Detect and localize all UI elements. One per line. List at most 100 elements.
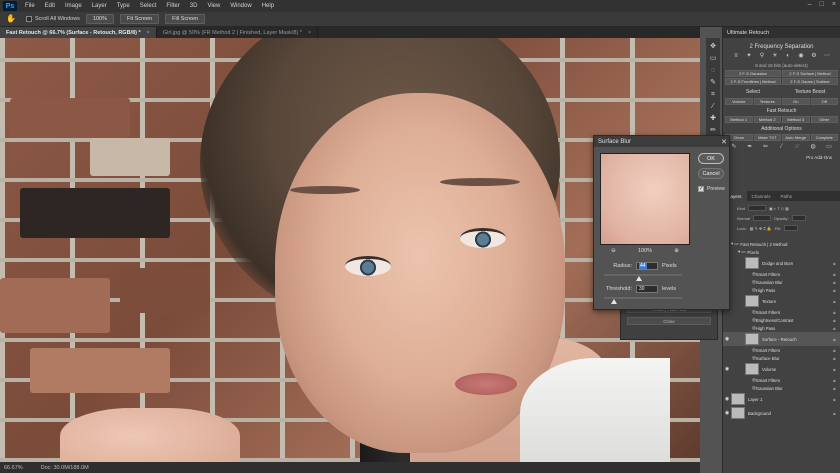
filter-options-icon[interactable]: ≑	[833, 272, 836, 277]
menu-layer[interactable]: Layer	[87, 3, 112, 9]
pencil-icon[interactable]: ✏	[762, 144, 769, 151]
blend-mode-field[interactable]	[752, 215, 771, 221]
zoom-100-button[interactable]: 100%	[85, 14, 115, 24]
filter-options-icon[interactable]: ≑	[833, 378, 836, 383]
filter-options-icon[interactable]: ≑	[833, 367, 836, 372]
lock-icons[interactable]: ▦ ✎ ✥ ⌗ 🔒	[750, 226, 772, 231]
settings-icon[interactable]: ⚙	[811, 53, 818, 60]
menu-filter[interactable]: Filter	[161, 3, 184, 9]
visibility-eye-icon[interactable]: ◉	[723, 366, 731, 372]
method-1-button[interactable]: Method 1	[725, 116, 753, 123]
eyedropper-tool-icon[interactable]: ⁄	[709, 102, 718, 111]
layer-thumbnail[interactable]	[731, 407, 745, 419]
move-tool-icon[interactable]: ✥	[709, 42, 718, 51]
filter-options-icon[interactable]: ≑	[833, 261, 836, 266]
kind-label[interactable]: Kind	[737, 206, 745, 211]
menu-type[interactable]: Type	[112, 3, 135, 9]
layers-icon[interactable]: ◉	[798, 53, 805, 60]
search-icon[interactable]: ⚲	[759, 53, 766, 60]
textures-button[interactable]: Textures	[753, 98, 781, 105]
filter-options-icon[interactable]: ≑	[833, 411, 836, 416]
menu-edit[interactable]: Edit	[40, 3, 60, 9]
threshold-input[interactable]: 30	[636, 285, 658, 293]
layer-thumbnail[interactable]	[745, 333, 759, 345]
layer-thumbnail[interactable]	[745, 295, 759, 307]
filter-options-icon[interactable]: ≑	[833, 299, 836, 304]
filter-options-icon[interactable]: ≑	[833, 310, 836, 315]
menu-file[interactable]: File	[20, 3, 40, 9]
filter-options-icon[interactable]: ≑	[833, 318, 836, 323]
threshold-slider-handle[interactable]	[611, 299, 618, 304]
tab-fast-retouch[interactable]: Fast Retouch @ 66.7% (Surface - Retouch,…	[0, 27, 157, 38]
close-tab-icon[interactable]: ×	[147, 30, 150, 36]
marquee-tool-icon[interactable]: ▭	[709, 54, 718, 63]
radius-slider-handle[interactable]	[636, 276, 643, 281]
zoom-level[interactable]: 66.67%	[4, 465, 23, 471]
close-button[interactable]: Close	[627, 317, 711, 325]
layer-row[interactable]: ◎ High Pass ≑	[723, 286, 840, 294]
menu-view[interactable]: View	[202, 3, 225, 9]
layer-row[interactable]: ◎ Smart Filters ≑	[723, 308, 840, 316]
quick-select-tool-icon[interactable]: ✎	[709, 78, 718, 87]
layer-thumbnail[interactable]	[745, 257, 759, 269]
layer-row[interactable]: ◎ Surface Blur ≑	[723, 354, 840, 362]
wand-icon[interactable]: ✦	[746, 53, 753, 60]
layer-row[interactable]: ◉ Volume ≑	[723, 362, 840, 376]
menu-window[interactable]: Window	[225, 3, 256, 9]
visibility-eye-icon[interactable]: ◉	[723, 410, 731, 416]
close-icon[interactable]: ×	[832, 1, 836, 8]
list-icon[interactable]: ≡	[733, 53, 740, 60]
layer-row[interactable]: ◎ High Pass ≑	[723, 324, 840, 332]
filter-options-icon[interactable]: ≑	[833, 337, 836, 342]
brush-tool-icon[interactable]: ✏	[709, 126, 718, 135]
tab-paths[interactable]: Paths	[776, 191, 798, 201]
layer-row[interactable]: ◉ Background ≑	[723, 406, 840, 420]
hand-tool-icon[interactable]: ✋	[6, 14, 20, 24]
dropper-icon[interactable]: ⁄	[778, 144, 785, 151]
filter-options-icon[interactable]: ≑	[833, 397, 836, 402]
layer-row[interactable]: ◎ Gaussian Blur ≑	[723, 384, 840, 392]
pro-addons-link[interactable]: Pro Add-Ons	[723, 155, 840, 160]
dialog-title-bar[interactable]: Surface Blur ✕	[594, 136, 729, 147]
layer-row[interactable]: ◉Texture≑	[723, 294, 840, 308]
radius-input[interactable]: 44	[636, 262, 658, 270]
menu-select[interactable]: Select	[135, 3, 162, 9]
filter-options-icon[interactable]: ≑	[833, 326, 836, 331]
volume-button[interactable]: Volume	[725, 98, 753, 105]
ok-button[interactable]: OK	[698, 153, 724, 164]
visibility-eye-icon[interactable]: ◉	[723, 396, 731, 402]
layer-row[interactable]: ◎ Gaussian Blur ≑	[723, 278, 840, 286]
layer-row[interactable]: ◎ Smart Filters ≑	[723, 376, 840, 384]
other-button[interactable]: Other	[810, 116, 838, 123]
fill-field[interactable]	[783, 225, 798, 231]
fill-screen-button[interactable]: Fill Screen	[165, 14, 206, 24]
texture-on-button[interactable]: On	[782, 98, 810, 105]
auto-merge-button[interactable]: Auto Merge	[782, 134, 810, 141]
zoom-out-icon[interactable]: ⊖	[611, 248, 616, 254]
opacity-field[interactable]	[791, 215, 806, 221]
layer-row[interactable]: ◎ Smart Filters ≑	[723, 346, 840, 354]
layer-row[interactable]: ◉ Layer 1 ≑	[723, 392, 840, 406]
tab-channels[interactable]: Channels	[747, 191, 776, 201]
layer-thumbnail[interactable]	[731, 393, 745, 405]
menu-help[interactable]: Help	[257, 3, 279, 9]
layer-row[interactable]: ◉▾ ▭ Fast Retouch | 2 Method	[723, 240, 840, 248]
sponge-icon[interactable]: ◍	[810, 144, 817, 151]
maximize-icon[interactable]: □	[820, 1, 824, 8]
layer-thumbnail[interactable]	[745, 363, 759, 375]
filter-options-icon[interactable]: ≑	[833, 348, 836, 353]
healing-tool-icon[interactable]: ✚	[709, 114, 718, 123]
blend-mode-select[interactable]: Normal	[737, 216, 750, 221]
tab-girl-jpg[interactable]: Girl.jpg @ 50% (FR Method 2 | Finished, …	[157, 27, 319, 38]
pen-icon[interactable]: ✒	[746, 144, 753, 151]
visibility-eye-icon[interactable]: ◉	[723, 336, 731, 342]
method-3-button[interactable]: Method 3	[782, 116, 810, 123]
complete-button[interactable]: Complete	[810, 134, 838, 141]
lasso-tool-icon[interactable]: ◌	[709, 66, 718, 75]
filter-options-icon[interactable]: ≑	[833, 356, 836, 361]
minimize-icon[interactable]: –	[808, 1, 812, 8]
fs-surface-button[interactable]: 2 F-S Surface | Method	[782, 70, 838, 77]
fs-frontlines-button[interactable]: 2 F-S Frontlines | Method	[725, 78, 781, 85]
cancel-button[interactable]: Cancel	[698, 168, 724, 179]
filter-preview[interactable]	[600, 153, 690, 245]
